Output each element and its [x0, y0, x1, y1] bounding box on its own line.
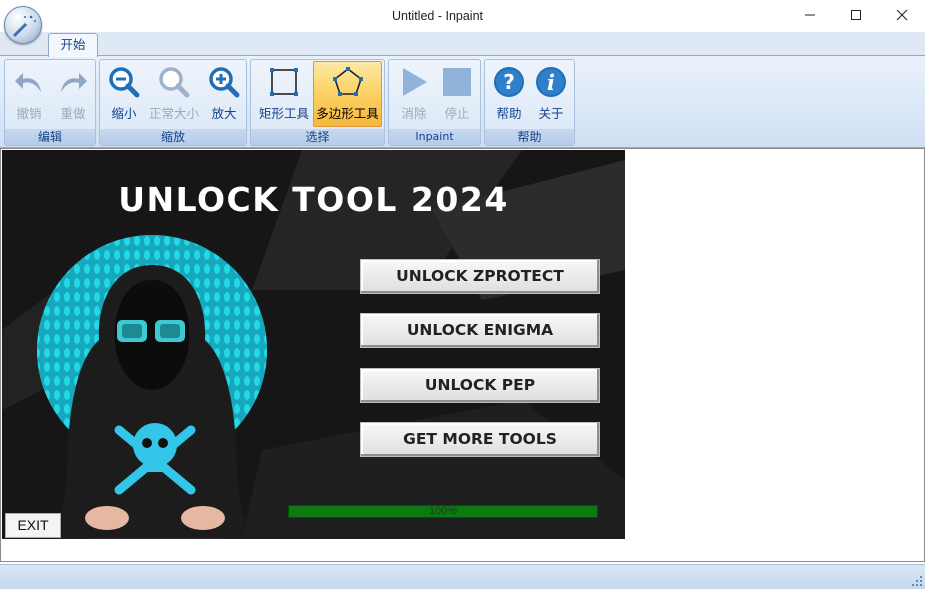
group-inpaint-title: Inpaint — [389, 129, 480, 145]
close-button[interactable] — [879, 0, 925, 30]
tab-home[interactable]: 开始 — [48, 33, 98, 57]
unlock-pep-button: UNLOCK PEP — [360, 368, 600, 403]
loaded-image: 011010100110 UNL — [2, 150, 625, 539]
group-zoom-title: 缩放 — [100, 129, 246, 145]
progress-text: 100% — [428, 505, 458, 517]
rectangle-tool-button[interactable]: 矩形工具 — [255, 62, 313, 126]
progress-bar: 100% — [288, 505, 598, 518]
ribbon: 撤销 重做 编辑 缩小 正常大小 放大 缩放 矩形工具 多边形工具 选择 消除 … — [0, 55, 925, 148]
rectangle-tool-icon — [270, 68, 298, 96]
zoom-out-icon — [109, 67, 140, 98]
stop-label: 停止 — [444, 106, 470, 121]
redo-label: 重做 — [60, 106, 86, 121]
title-bar: Untitled - Inpaint — [0, 0, 925, 32]
help-icon: ? — [494, 67, 524, 97]
undo-label: 撤销 — [16, 106, 42, 121]
erase-label: 消除 — [401, 106, 427, 121]
stop-button[interactable]: 停止 — [436, 62, 478, 126]
about-label: 关于 — [538, 106, 564, 121]
polygon-tool-button[interactable]: 多边形工具 — [313, 61, 382, 127]
image-title: UNLOCK TOOL 2024 — [118, 180, 509, 219]
ribbon-tab-strip: 开始 — [0, 32, 925, 57]
redo-button[interactable]: 重做 — [53, 62, 93, 126]
zoom-in-label: 放大 — [211, 106, 237, 121]
close-icon — [896, 9, 908, 21]
zoom-in-icon — [209, 67, 240, 98]
help-button[interactable]: ? 帮助 — [489, 62, 529, 126]
erase-button[interactable]: 消除 — [393, 62, 435, 126]
zoom-out-label: 缩小 — [111, 106, 137, 121]
hooded-hacker-icon — [57, 265, 247, 539]
zoom-normal-icon — [159, 67, 190, 98]
group-edit-title: 编辑 — [5, 129, 95, 145]
info-icon: i — [536, 67, 566, 97]
group-select-title: 选择 — [251, 129, 384, 145]
zoom-out-button[interactable]: 缩小 — [104, 62, 144, 126]
window-title: Untitled - Inpaint — [391, 9, 484, 23]
help-label: 帮助 — [496, 106, 522, 121]
polygon-tool-icon — [332, 67, 363, 96]
undo-button[interactable]: 撤销 — [9, 62, 49, 126]
maximize-icon — [851, 10, 861, 20]
resize-grip-icon[interactable] — [911, 575, 923, 587]
unlock-zprotect-button: UNLOCK ZPROTECT — [360, 259, 600, 294]
svg-text:?: ? — [503, 70, 515, 94]
svg-text:i: i — [547, 70, 555, 95]
magic-wand-icon — [13, 15, 36, 37]
image-canvas[interactable]: 011010100110 UNL — [0, 148, 925, 562]
about-button[interactable]: i 关于 — [531, 62, 571, 126]
get-more-tools-button: GET MORE TOOLS — [360, 422, 600, 457]
undo-icon — [15, 73, 41, 92]
group-select: 矩形工具 多边形工具 选择 — [250, 59, 385, 146]
minimize-button[interactable] — [787, 0, 833, 30]
zoom-normal-label: 正常大小 — [148, 106, 199, 121]
unlock-enigma-button: UNLOCK ENIGMA — [360, 313, 600, 348]
zoom-in-button[interactable]: 放大 — [204, 62, 244, 126]
rectangle-tool-label: 矩形工具 — [258, 106, 309, 121]
group-help: ? 帮助 i 关于 帮助 — [484, 59, 575, 146]
exit-button: EXIT — [5, 513, 61, 538]
redo-icon — [61, 73, 87, 92]
group-help-title: 帮助 — [485, 129, 574, 145]
zoom-normal-button[interactable]: 正常大小 — [146, 62, 202, 126]
polygon-tool-label: 多边形工具 — [316, 106, 379, 121]
group-zoom: 缩小 正常大小 放大 缩放 — [99, 59, 247, 146]
group-inpaint: 消除 停止 Inpaint — [388, 59, 481, 146]
application-menu-button[interactable] — [4, 6, 42, 44]
status-bar — [0, 564, 925, 589]
maximize-button[interactable] — [833, 0, 879, 30]
play-icon — [403, 68, 427, 96]
group-edit: 撤销 重做 编辑 — [4, 59, 96, 146]
app-window: Untitled - Inpaint 开始 撤销 重做 编辑 缩小 正常大小 放… — [0, 0, 925, 589]
minimize-icon — [805, 14, 815, 16]
stop-icon — [443, 68, 471, 96]
